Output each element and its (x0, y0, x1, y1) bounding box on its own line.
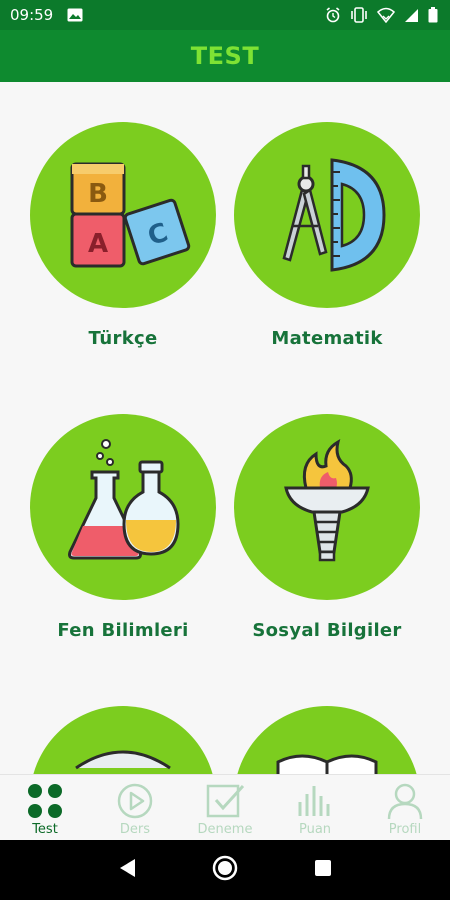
subject-circle (234, 414, 420, 600)
subject-label: Türkçe (88, 328, 158, 349)
back-icon[interactable] (117, 857, 137, 883)
page-title: TEST (190, 42, 260, 70)
subject-card-6[interactable] (227, 706, 427, 774)
subject-card-5[interactable] (23, 706, 223, 774)
home-icon[interactable] (212, 855, 238, 885)
alarm-icon (325, 7, 341, 23)
subject-circle (234, 122, 420, 308)
subject-label: Fen Bilimleri (57, 620, 189, 641)
subject-grid: B A C Türkçe Matematik Fen Bilimleri Sos… (0, 82, 450, 774)
person-icon (384, 782, 426, 820)
system-nav-bar (0, 840, 450, 900)
recents-icon[interactable] (313, 858, 333, 882)
nav-label: Deneme (197, 822, 253, 837)
nav-item-deneme[interactable]: Deneme (180, 782, 270, 837)
abc-blocks-icon: B A C (70, 162, 191, 268)
subject-circle (30, 706, 216, 774)
bottom-nav: Test Ders Deneme Puan Profil (0, 774, 450, 840)
torch-icon (284, 438, 370, 562)
subject-card-matematik[interactable]: Matematik (227, 122, 427, 349)
subject-icon (75, 750, 171, 770)
image-icon (67, 8, 83, 22)
subject-circle (234, 706, 420, 774)
svg-text:B: B (88, 179, 108, 209)
subject-circle: B A C (30, 122, 216, 308)
grid-dots-icon (24, 782, 66, 820)
bar-chart-icon (294, 782, 336, 820)
checkbox-icon (204, 782, 246, 820)
nav-item-puan[interactable]: Puan (270, 782, 360, 837)
book-icon (276, 754, 378, 774)
subject-card-fen-bilimleri[interactable]: Fen Bilimleri (23, 414, 223, 641)
battery-icon (428, 7, 438, 23)
subject-card-sosyal-bilgiler[interactable]: Sosyal Bilgiler (227, 414, 427, 641)
compass-protractor-icon (282, 158, 386, 272)
nav-label: Profil (388, 822, 422, 837)
subject-card-turkce[interactable]: B A C Türkçe (23, 122, 223, 349)
nav-label: Test (32, 822, 58, 837)
svg-text:A: A (88, 229, 108, 259)
wifi-icon (377, 7, 395, 23)
app-bar: TEST (0, 30, 450, 82)
status-time: 09:59 (10, 6, 54, 24)
lab-flasks-icon (68, 439, 180, 560)
vibrate-icon (350, 7, 368, 23)
nav-item-test[interactable]: Test (0, 782, 90, 837)
subject-label: Sosyal Bilgiler (252, 620, 402, 641)
nav-item-ders[interactable]: Ders (90, 782, 180, 837)
nav-item-profil[interactable]: Profil (360, 782, 450, 837)
nav-label: Ders (119, 822, 151, 837)
nav-label: Puan (298, 822, 332, 837)
status-bar: 09:59 (0, 0, 450, 30)
subject-label: Matematik (271, 328, 383, 349)
subject-circle (30, 414, 216, 600)
play-circle-icon (114, 782, 156, 820)
signal-icon (404, 8, 419, 23)
